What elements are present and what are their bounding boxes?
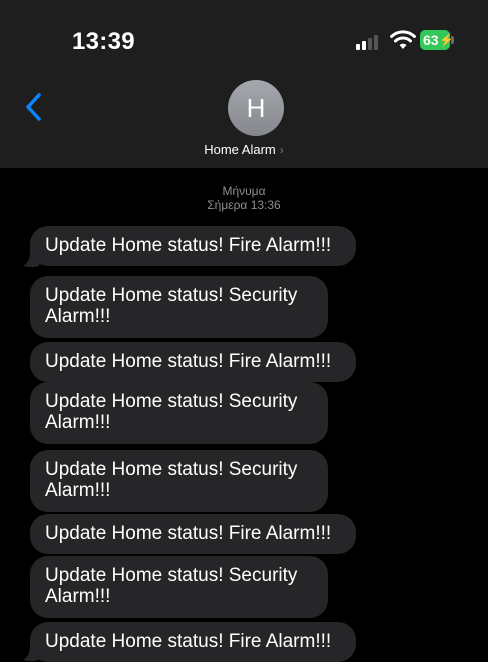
message-bubble[interactable]: Update Home status! Fire Alarm!!! — [30, 226, 356, 266]
message-bubble[interactable]: Update Home status! Security Alarm!!! — [30, 276, 328, 338]
message-text: Update Home status! Fire Alarm!!! — [45, 523, 332, 544]
bubble-tail — [23, 252, 39, 268]
conversation-header: 13:39 63 ⚡ H Home Alarm › — [0, 0, 488, 168]
message-timestamp: Σήμερα 13:36 — [207, 198, 281, 212]
cellular-signal-icon — [356, 34, 386, 50]
message-text: Update Home status! Security Alarm!!! — [45, 285, 298, 327]
contact-name-button[interactable]: Home Alarm › — [0, 142, 488, 157]
message-bubble[interactable]: Update Home status! Fire Alarm!!! — [30, 514, 356, 554]
message-bubble[interactable]: Update Home status! Fire Alarm!!! — [30, 622, 356, 662]
chevron-left-icon[interactable] — [24, 92, 44, 122]
message-bubble[interactable]: Update Home status! Security Alarm!!! — [30, 382, 328, 444]
avatar-initial: H — [246, 93, 266, 123]
message-text: Update Home status! Fire Alarm!!! — [45, 235, 332, 256]
status-time: 13:39 — [72, 28, 135, 55]
message-type-label: Μήνυμα — [222, 184, 266, 198]
message-text: Update Home status! Security Alarm!!! — [45, 459, 298, 501]
message-bubble[interactable]: Update Home status! Security Alarm!!! — [30, 556, 328, 618]
battery-level: 63 — [423, 32, 439, 48]
wifi-icon — [390, 30, 416, 49]
contact-name: Home Alarm — [204, 142, 276, 157]
thread-meta: Μήνυμα Σήμερα 13:36 — [0, 184, 488, 212]
bubble-tail — [23, 646, 39, 662]
message-text: Update Home status! Fire Alarm!!! — [45, 351, 332, 372]
chevron-right-icon: › — [279, 143, 284, 157]
battery-charging-icon: 63 ⚡ — [420, 30, 456, 52]
message-bubble[interactable]: Update Home status! Security Alarm!!! — [30, 450, 328, 512]
message-text: Update Home status! Security Alarm!!! — [45, 565, 298, 607]
message-bubble[interactable]: Update Home status! Fire Alarm!!! — [30, 342, 356, 382]
message-text: Update Home status! Security Alarm!!! — [45, 391, 298, 433]
contact-avatar[interactable]: H — [228, 80, 284, 136]
message-text: Update Home status! Fire Alarm!!! — [45, 631, 332, 652]
